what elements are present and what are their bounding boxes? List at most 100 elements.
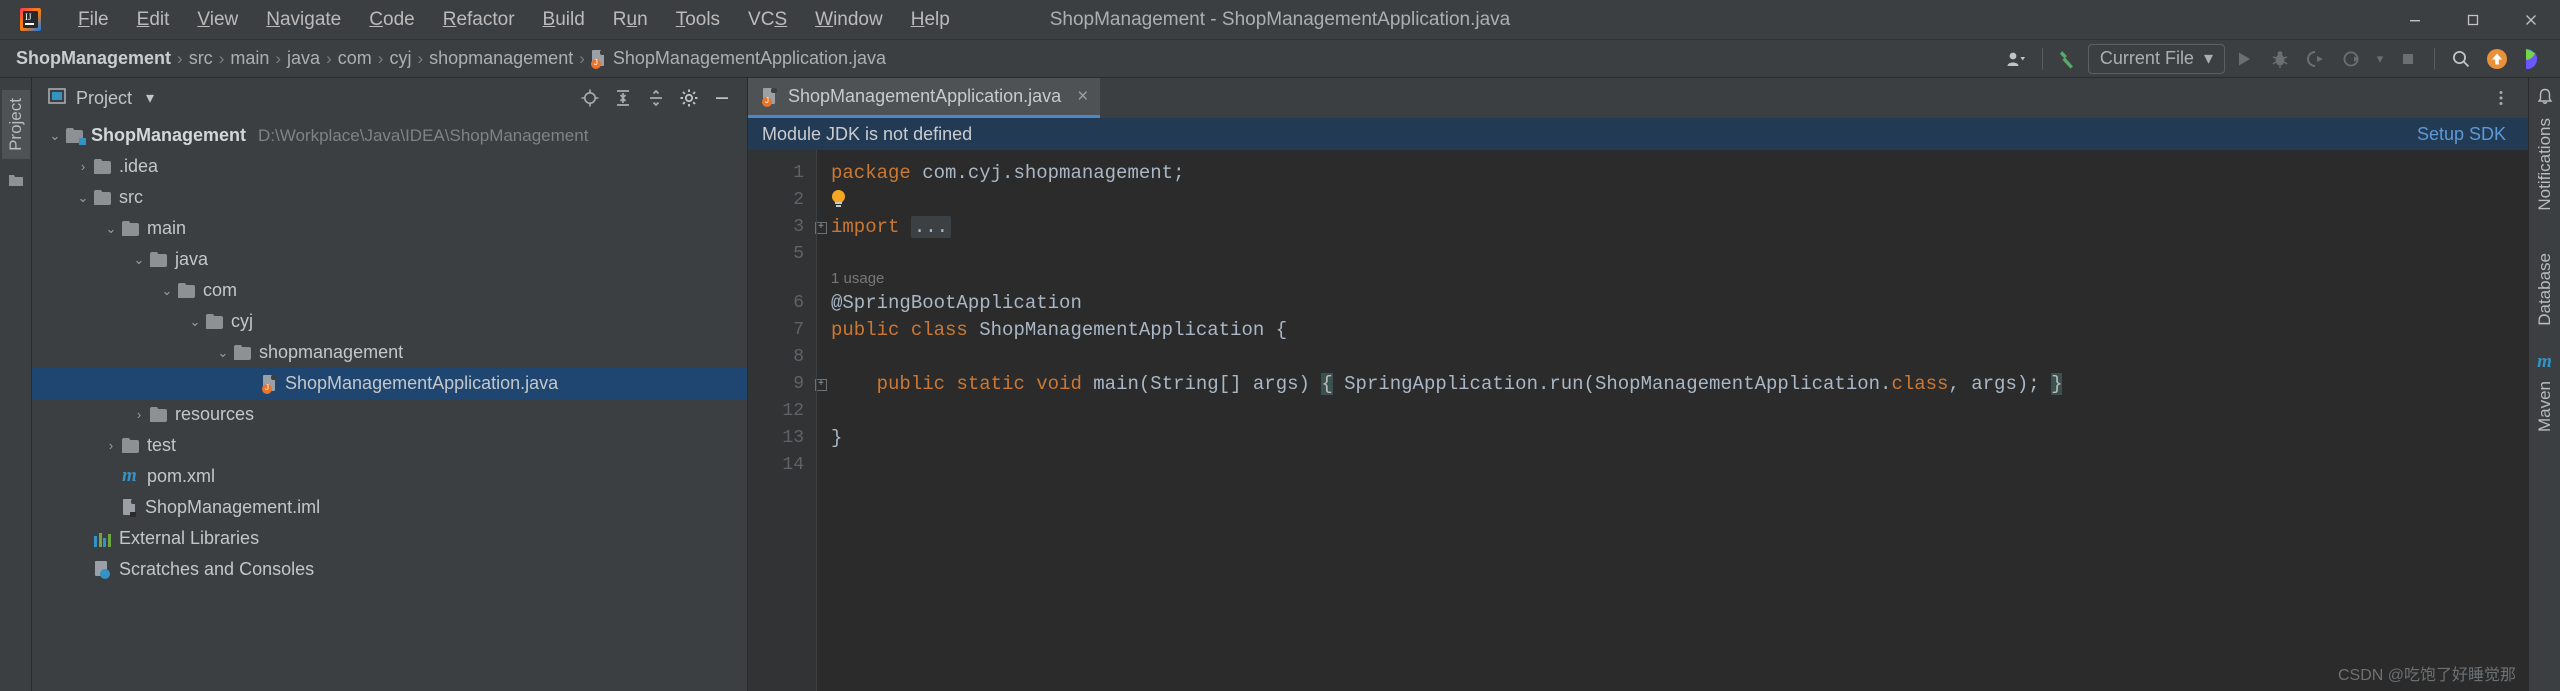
menu-vcs[interactable]: VCS: [734, 6, 801, 34]
breadcrumb-item-cyj[interactable]: cyj: [389, 48, 411, 69]
tree-item-label: test: [147, 435, 177, 455]
menu-help[interactable]: Help: [897, 6, 964, 34]
profiler-chevron-down-icon[interactable]: ▾: [2371, 44, 2389, 74]
code-line[interactable]: @SpringBootApplication: [831, 290, 2528, 317]
code-line[interactable]: import ...: [831, 214, 2528, 241]
tree-item-main[interactable]: ⌄ main: [32, 213, 747, 244]
code-line[interactable]: }: [831, 425, 2528, 452]
breadcrumb-item-shopmanagementapplication-java[interactable]: ShopManagementApplication.java: [590, 48, 886, 69]
project-panel-title: Project: [76, 87, 133, 108]
notifications-icon[interactable]: [2537, 88, 2553, 110]
minimize-icon[interactable]: [2386, 0, 2444, 40]
breadcrumb-item-main[interactable]: main: [230, 48, 269, 69]
run-icon[interactable]: [2227, 44, 2261, 74]
code-line[interactable]: public static void main(String[] args) {…: [831, 371, 2528, 398]
breadcrumb-label: src: [188, 48, 213, 68]
chevron-down-icon[interactable]: ⌄: [100, 221, 122, 237]
sidebar-item-notifications[interactable]: Notifications: [2531, 110, 2559, 215]
profiler-icon[interactable]: [2335, 44, 2369, 74]
menu-tools[interactable]: Tools: [662, 6, 734, 34]
chevron-right-icon[interactable]: ›: [100, 438, 122, 453]
tree-item-label: External Libraries: [119, 528, 260, 548]
setup-sdk-link[interactable]: Setup SDK: [2417, 124, 2506, 145]
breadcrumb-label: shopmanagement: [429, 48, 574, 68]
tree-item-test[interactable]: › test: [32, 430, 747, 461]
sidebar-item-project[interactable]: Project: [1, 90, 30, 159]
debug-bug-icon[interactable]: [2263, 44, 2297, 74]
tree-item-pom-xml[interactable]: ›mpom.xml: [32, 461, 747, 492]
bookmarks-icon[interactable]: [8, 173, 24, 193]
hide-minimize-icon[interactable]: [707, 84, 737, 112]
breadcrumb-item-shopmanagement[interactable]: ShopManagement: [16, 48, 171, 69]
code-line[interactable]: package com.cyj.shopmanagement;: [831, 160, 2528, 187]
code-editor[interactable]: 1 2 3 +5 6 7 8 9 +12 13 14 package com.cyj.shopma…: [748, 150, 2528, 691]
chevron-down-icon[interactable]: ⌄: [156, 283, 178, 299]
tree-item--idea[interactable]: › .idea: [32, 151, 747, 182]
sidebar-item-database[interactable]: Database: [2531, 245, 2559, 334]
breadcrumb-item-shopmanagement[interactable]: shopmanagement: [429, 48, 573, 69]
chevron-down-icon[interactable]: ▾: [146, 88, 154, 108]
ide-feature-icon[interactable]: [2516, 44, 2550, 74]
build-hammer-icon[interactable]: [2052, 44, 2086, 74]
menu-view[interactable]: View: [183, 6, 252, 34]
menu-run[interactable]: Run: [599, 6, 662, 34]
chevron-down-icon[interactable]: ⌄: [212, 345, 234, 361]
menu-window[interactable]: Window: [801, 6, 897, 34]
run-with-coverage-icon[interactable]: [2299, 44, 2333, 74]
code-content[interactable]: package com.cyj.shopmanagement; import ..…: [816, 150, 2528, 691]
code-line[interactable]: public class ShopManagementApplication {: [831, 317, 2528, 344]
gear-settings-icon[interactable]: [674, 84, 704, 112]
tree-item-label: java: [175, 249, 209, 269]
menu-build[interactable]: Build: [529, 6, 599, 34]
intention-bulb-row[interactable]: [831, 187, 2528, 214]
breadcrumb-item-src[interactable]: src: [189, 48, 213, 69]
tree-item-resources[interactable]: › resources: [32, 399, 747, 430]
line-number: 12: [782, 401, 804, 421]
editor-options-icon[interactable]: [2484, 83, 2518, 113]
tree-item-external-libraries[interactable]: ›External Libraries: [32, 523, 747, 554]
menu-refactor[interactable]: Refactor: [429, 6, 529, 34]
chevron-right-icon[interactable]: ›: [128, 407, 150, 422]
menu-code[interactable]: Code: [355, 6, 428, 34]
tree-item-shopmanagement[interactable]: ⌄ ShopManagement D:\Workplace\Java\IDEA\Sh…: [32, 120, 747, 151]
tree-item-scratches-and-consoles[interactable]: ›Scratches and Consoles: [32, 554, 747, 585]
chevron-right-icon[interactable]: ›: [72, 159, 94, 174]
tree-item-shopmanagementapplication-java[interactable]: ›ShopManagementApplication.java: [32, 368, 747, 399]
breadcrumb-item-java[interactable]: java: [287, 48, 320, 69]
toolbar-divider-2: [2434, 47, 2435, 70]
locate-target-icon[interactable]: [575, 84, 605, 112]
line-number: 7: [793, 320, 804, 340]
close-icon[interactable]: [2502, 0, 2560, 40]
maven-icon[interactable]: m: [2537, 351, 2552, 373]
chevron-down-icon[interactable]: ⌄: [128, 252, 150, 268]
search-everywhere-icon[interactable]: [2444, 44, 2478, 74]
menu-navigate[interactable]: Navigate: [252, 6, 355, 34]
chevron-down-icon[interactable]: ⌄: [184, 314, 206, 330]
usage-hint[interactable]: 1 usage: [831, 268, 2528, 290]
chevron-down-icon[interactable]: ⌄: [44, 128, 66, 144]
run-configuration-selector[interactable]: Current File ▾: [2087, 43, 2225, 74]
lightbulb-icon[interactable]: [831, 190, 846, 209]
maximize-icon[interactable]: [2444, 0, 2502, 40]
tree-item-shopmanagement-iml[interactable]: ›ShopManagement.iml: [32, 492, 747, 523]
stop-icon[interactable]: [2391, 44, 2425, 74]
user-account-icon[interactable]: [1999, 44, 2033, 74]
package-folder-icon: [234, 345, 252, 360]
collapse-all-icon[interactable]: [641, 84, 671, 112]
menu-file[interactable]: File: [64, 6, 123, 34]
tab-shopmanagementapplication-java[interactable]: ShopManagementApplication.java ×: [748, 78, 1101, 118]
expand-all-icon[interactable]: [608, 84, 638, 112]
sidebar-item-maven[interactable]: Maven: [2531, 373, 2559, 434]
ide-update-icon[interactable]: [2480, 44, 2514, 74]
menu-edit[interactable]: Edit: [123, 6, 184, 34]
tree-item-cyj[interactable]: ⌄ cyj: [32, 306, 747, 337]
breadcrumb-item-com[interactable]: com: [338, 48, 372, 69]
tree-item-src[interactable]: ⌄ src: [32, 182, 747, 213]
close-icon[interactable]: ×: [1077, 86, 1088, 108]
tree-item-java[interactable]: ⌄ java: [32, 244, 747, 275]
breadcrumb-label: ShopManagement: [16, 48, 172, 68]
line-number: 3 +: [748, 214, 827, 241]
chevron-down-icon[interactable]: ⌄: [72, 190, 94, 206]
tree-item-com[interactable]: ⌄ com: [32, 275, 747, 306]
tree-item-shopmanagement[interactable]: ⌄ shopmanagement: [32, 337, 747, 368]
